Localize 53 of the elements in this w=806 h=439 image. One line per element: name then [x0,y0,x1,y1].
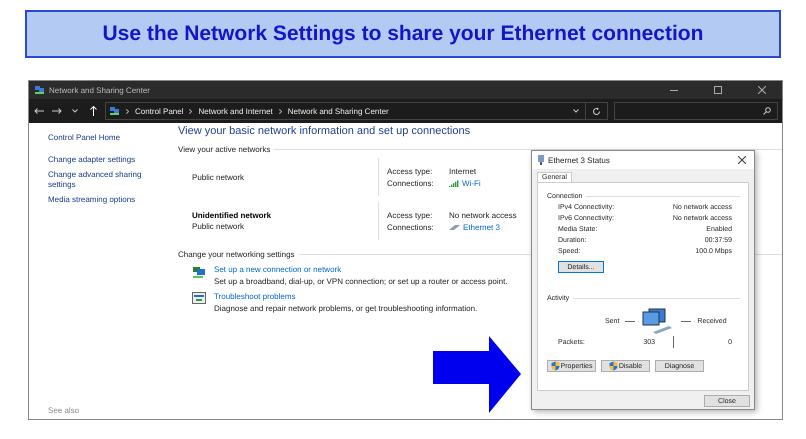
search-icon [763,107,771,115]
section-label: View your active networks [178,145,270,154]
chevron-icon [278,108,282,114]
connection-link[interactable]: Ethernet 3 [463,222,500,232]
sidebar-link[interactable]: Change advanced sharing settings [48,170,163,190]
shield-icon [608,361,618,371]
chevron-icon [189,108,192,114]
network-setup-icon [192,265,206,279]
close-icon[interactable] [738,156,746,164]
network-category: Public network [192,172,246,182]
up-arrow-icon [90,106,96,116]
access-type-value: No network access [449,210,517,220]
connection-link[interactable]: Wi-Fi [462,178,481,188]
section-label: Change your networking settings [178,250,295,259]
see-also-label: See also [48,406,80,415]
sidebar-link[interactable]: Control Panel Home [48,133,163,143]
breadcrumb[interactable]: Network and Sharing Center [288,106,389,116]
field-label: Connections: [387,222,435,232]
address-bar[interactable]: Control Panel Network and Internet Network and Sharing Center [105,102,608,120]
network-icon [34,84,45,96]
ethernet-cable-icon [449,224,460,230]
signal-icon [449,180,459,186]
task-description: Diagnose and repair network problems, or get troubleshooting information. [214,304,478,313]
network-name: Unidentified network [192,211,272,220]
chevron-icon [126,108,129,114]
task-description: Set up a broadband, dial-up, or VPN connection; or set up a router or access point. [214,277,508,286]
sidebar-link[interactable]: Change adapter settings [48,155,163,165]
breadcrumb[interactable]: Network and Internet [198,106,273,116]
task-link[interactable]: Troubleshoot problems [214,292,478,301]
dialog-title: Ethernet 3 Status [548,156,610,164]
caret-icon [72,109,78,113]
back-arrow-icon [34,108,44,114]
field-label: Connections: [387,178,435,188]
network-category: Public network [192,222,246,231]
window-title: Network and Sharing Center [49,86,150,94]
ethernet-plug-icon [538,155,544,165]
refresh-icon [592,106,601,116]
shield-icon [550,361,560,371]
breadcrumb[interactable]: Control Panel [135,106,184,116]
search-field[interactable] [614,102,778,120]
sidebar-link[interactable]: Media streaming options [48,195,163,205]
troubleshoot-icon [192,292,206,304]
field-label: Access type: [387,166,434,176]
forward-arrow-icon [52,108,62,114]
task-link[interactable]: Set up a new connection or network [214,265,508,274]
page-heading: View your basic network information and set up connections [178,125,472,137]
maximize-icon [714,86,722,94]
title-banner: Use the Network Settings to share your Ethernet connection [25,10,781,58]
access-type-value: Internet [449,166,476,176]
caret-icon [573,109,579,113]
field-label: Access type: [387,210,434,220]
network-icon [109,106,120,116]
close-icon [758,86,766,94]
